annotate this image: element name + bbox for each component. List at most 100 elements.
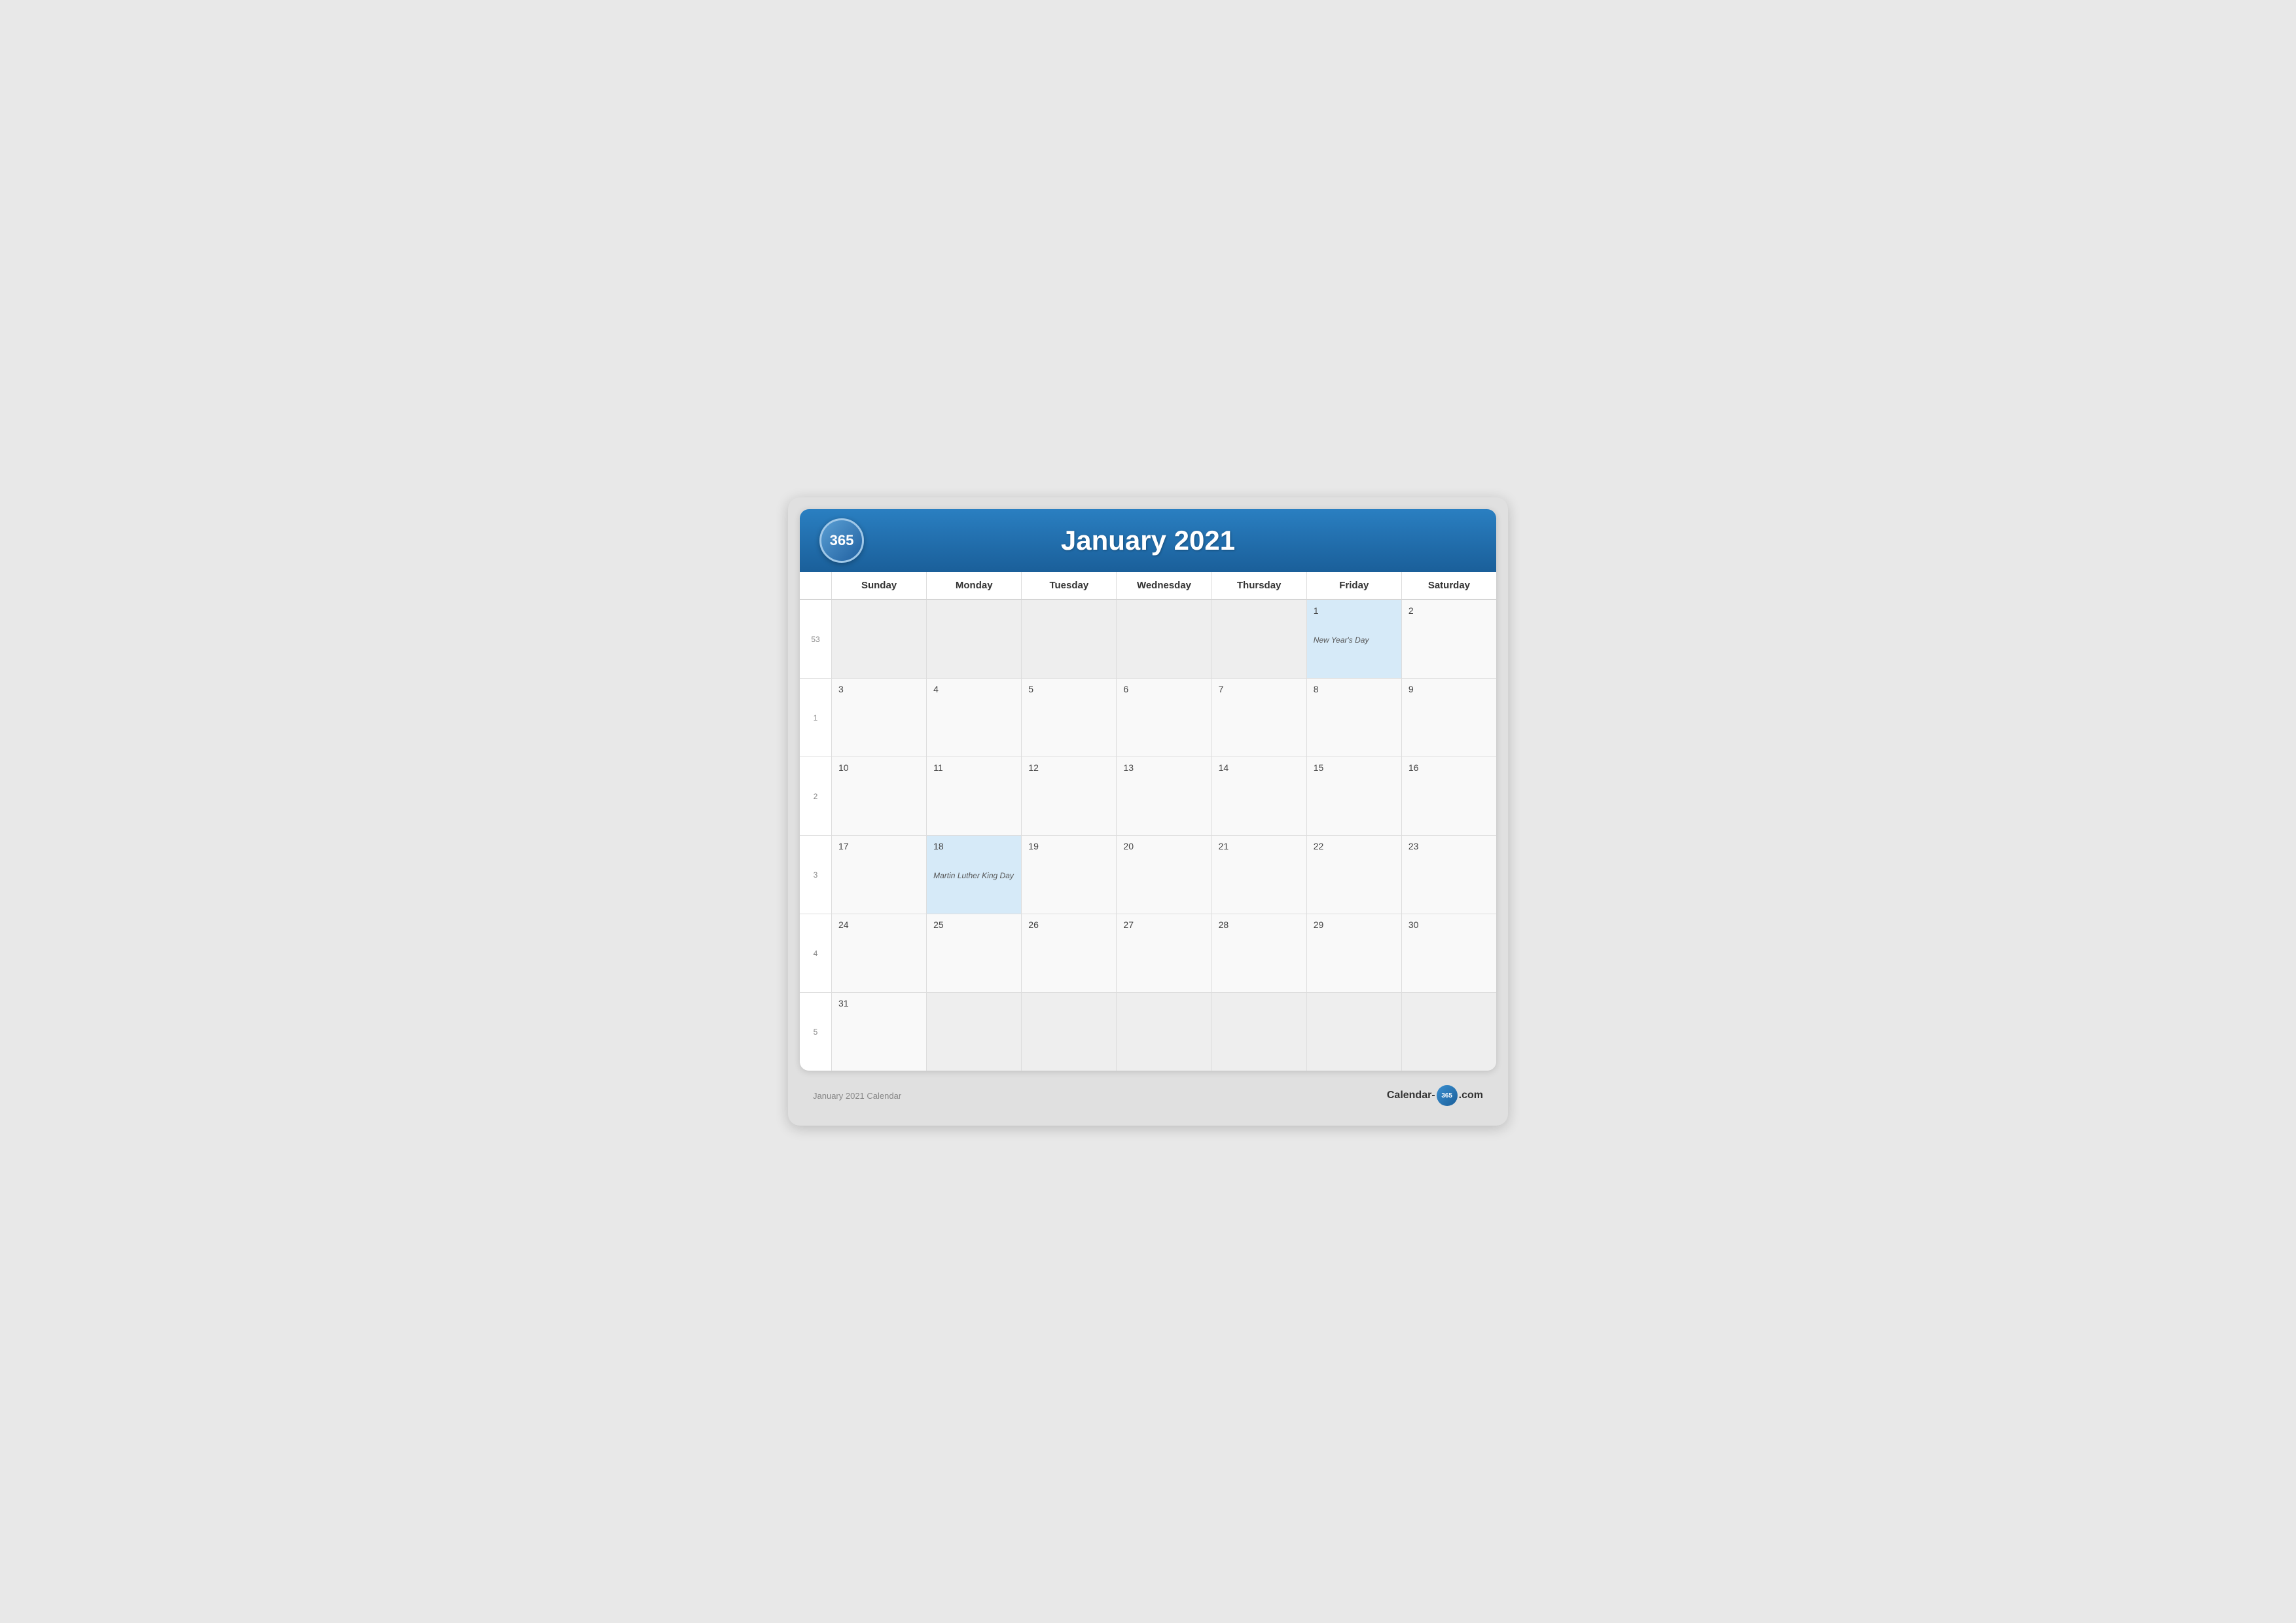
day-cell-w3-d1[interactable]: 18 Martin Luther King Day (926, 835, 1021, 914)
day-number-9: 9 (1408, 684, 1490, 694)
day-number-7: 7 (1219, 684, 1300, 694)
day-cell-w0-d6[interactable]: 2 (1401, 599, 1496, 678)
day-number-10: 10 (838, 762, 920, 773)
day-number-23: 23 (1408, 841, 1490, 851)
day-number-16: 16 (1408, 762, 1490, 773)
day-number-27: 27 (1123, 919, 1204, 930)
calendar-title: January 2021 (877, 525, 1419, 556)
holiday-name-18: Martin Luther King Day (933, 871, 1014, 882)
day-number-2: 2 (1408, 605, 1490, 616)
week-num-5: 5 (800, 992, 831, 1071)
logo-text: 365 (830, 532, 854, 549)
day-header-tuesday: Tuesday (1021, 572, 1116, 599)
logo-circle: 365 (819, 518, 864, 563)
day-cell-w4-d5[interactable]: 29 (1306, 914, 1401, 992)
day-cell-w2-d4[interactable]: 14 (1211, 757, 1306, 835)
day-cell-w2-d6[interactable]: 16 (1401, 757, 1496, 835)
day-number-17: 17 (838, 841, 920, 851)
calendar-container: 365 January 2021 Sunday Monday Tuesday W… (800, 509, 1496, 1071)
day-number-30: 30 (1408, 919, 1490, 930)
day-cell-w5-d3[interactable] (1116, 992, 1211, 1071)
day-cell-w0-d0[interactable] (831, 599, 926, 678)
day-number-22: 22 (1314, 841, 1395, 851)
day-cell-w3-d0[interactable]: 17 (831, 835, 926, 914)
day-cell-w3-d6[interactable]: 23 (1401, 835, 1496, 914)
day-cell-w2-d3[interactable]: 13 (1116, 757, 1211, 835)
day-number-5: 5 (1028, 684, 1109, 694)
day-number-19: 19 (1028, 841, 1109, 851)
day-number-18: 18 (933, 841, 1014, 851)
day-headers-row: Sunday Monday Tuesday Wednesday Thursday… (800, 572, 1496, 599)
day-header-monday: Monday (926, 572, 1021, 599)
day-number-12: 12 (1028, 762, 1109, 773)
holiday-name-1: New Year's Day (1314, 635, 1395, 646)
day-cell-w0-d3[interactable] (1116, 599, 1211, 678)
day-number-15: 15 (1314, 762, 1395, 773)
week-num-4: 4 (800, 914, 831, 992)
day-cell-w5-d5[interactable] (1306, 992, 1401, 1071)
day-cell-w3-d3[interactable]: 20 (1116, 835, 1211, 914)
day-cell-w2-d5[interactable]: 15 (1306, 757, 1401, 835)
footer-brand-before: Calendar- (1387, 1090, 1435, 1101)
day-number-11: 11 (933, 762, 1014, 773)
day-cell-w1-d0[interactable]: 3 (831, 678, 926, 757)
day-cell-w0-d1[interactable] (926, 599, 1021, 678)
day-number-3: 3 (838, 684, 920, 694)
week-num-1: 1 (800, 678, 831, 757)
footer-right: Calendar- 365 .com (1387, 1085, 1483, 1106)
day-number-28: 28 (1219, 919, 1300, 930)
day-cell-w1-d4[interactable]: 7 (1211, 678, 1306, 757)
day-number-1: 1 (1314, 605, 1395, 616)
day-cell-w1-d6[interactable]: 9 (1401, 678, 1496, 757)
day-number-4: 4 (933, 684, 1014, 694)
day-number-31: 31 (838, 998, 920, 1008)
day-header-friday: Friday (1306, 572, 1401, 599)
week-num-2: 2 (800, 757, 831, 835)
week-num-header (800, 572, 831, 599)
day-number-20: 20 (1123, 841, 1204, 851)
day-cell-w5-d2[interactable] (1021, 992, 1116, 1071)
calendar-header: 365 January 2021 (800, 509, 1496, 572)
day-cell-w5-d1[interactable] (926, 992, 1021, 1071)
day-number-26: 26 (1028, 919, 1109, 930)
day-cell-w3-d5[interactable]: 22 (1306, 835, 1401, 914)
day-number-14: 14 (1219, 762, 1300, 773)
day-header-thursday: Thursday (1211, 572, 1306, 599)
page-footer: January 2021 Calendar Calendar- 365 .com (800, 1077, 1496, 1114)
footer-left-text: January 2021 Calendar (813, 1091, 901, 1101)
day-header-saturday: Saturday (1401, 572, 1496, 599)
day-cell-w2-d0[interactable]: 10 (831, 757, 926, 835)
day-cell-w1-d2[interactable]: 5 (1021, 678, 1116, 757)
day-cell-w5-d4[interactable] (1211, 992, 1306, 1071)
day-cell-w4-d3[interactable]: 27 (1116, 914, 1211, 992)
day-cell-w0-d5[interactable]: 1 New Year's Day (1306, 599, 1401, 678)
day-cell-w2-d2[interactable]: 12 (1021, 757, 1116, 835)
day-cell-w3-d4[interactable]: 21 (1211, 835, 1306, 914)
day-header-sunday: Sunday (831, 572, 926, 599)
day-cell-w4-d4[interactable]: 28 (1211, 914, 1306, 992)
day-number-13: 13 (1123, 762, 1204, 773)
day-cell-w4-d1[interactable]: 25 (926, 914, 1021, 992)
day-header-wednesday: Wednesday (1116, 572, 1211, 599)
day-number-25: 25 (933, 919, 1014, 930)
day-number-24: 24 (838, 919, 920, 930)
day-cell-w4-d2[interactable]: 26 (1021, 914, 1116, 992)
day-cell-w3-d2[interactable]: 19 (1021, 835, 1116, 914)
day-cell-w1-d5[interactable]: 8 (1306, 678, 1401, 757)
calendar-grid: 531New Year's Day21345678921011121314151… (800, 599, 1496, 1071)
day-number-21: 21 (1219, 841, 1300, 851)
day-number-6: 6 (1123, 684, 1204, 694)
day-cell-w2-d1[interactable]: 11 (926, 757, 1021, 835)
day-cell-w4-d6[interactable]: 30 (1401, 914, 1496, 992)
day-cell-w1-d3[interactable]: 6 (1116, 678, 1211, 757)
footer-brand-after: .com (1459, 1090, 1483, 1101)
page-wrapper: 365 January 2021 Sunday Monday Tuesday W… (788, 497, 1508, 1126)
day-cell-w0-d2[interactable] (1021, 599, 1116, 678)
week-num-0: 53 (800, 599, 831, 678)
day-cell-w5-d0[interactable]: 31 (831, 992, 926, 1071)
day-number-29: 29 (1314, 919, 1395, 930)
day-cell-w1-d1[interactable]: 4 (926, 678, 1021, 757)
day-cell-w5-d6[interactable] (1401, 992, 1496, 1071)
day-cell-w4-d0[interactable]: 24 (831, 914, 926, 992)
day-cell-w0-d4[interactable] (1211, 599, 1306, 678)
